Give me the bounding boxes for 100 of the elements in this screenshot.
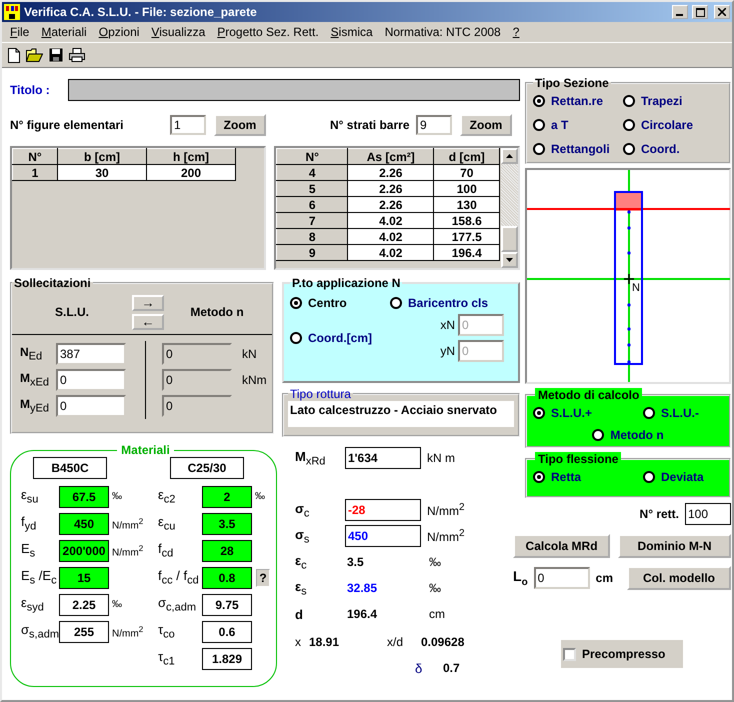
title-field[interactable]	[68, 79, 520, 101]
group-title: Materiali	[120, 443, 171, 457]
force-field[interactable]: 0	[56, 369, 126, 391]
menu-item[interactable]: Sismica	[324, 25, 379, 39]
radio-button[interactable]	[623, 119, 635, 131]
force-field[interactable]: 0	[56, 395, 126, 417]
rect-count-label: N° rett.	[640, 507, 679, 521]
action-button[interactable]: Calcola MRd	[513, 534, 610, 558]
radio-label: Coord.	[641, 142, 680, 156]
property-symbol: τ$_{c1}$	[158, 649, 176, 668]
result-field[interactable]: -28	[345, 499, 421, 521]
property-field[interactable]: 9.75	[202, 594, 252, 616]
save-button[interactable]	[47, 47, 65, 63]
length-label: L$_{o}$	[513, 568, 528, 588]
unit-label: kN	[242, 347, 257, 361]
property-field[interactable]: 2	[202, 486, 252, 508]
radio-label: Coord.[cm]	[308, 331, 372, 345]
open-button[interactable]	[24, 47, 45, 63]
unit-label: ‰	[429, 555, 441, 569]
property-field[interactable]: 15	[59, 566, 109, 588]
radio-button[interactable]	[533, 119, 545, 131]
radio-button[interactable]	[533, 143, 545, 155]
rect-count-field[interactable]: 100	[685, 503, 731, 525]
scroll-up-button[interactable]	[501, 148, 518, 164]
force-field[interactable]: 0	[162, 343, 232, 365]
menu-item[interactable]: Progetto Sez. Rett.	[211, 25, 325, 39]
bar-layers-field[interactable]: 9	[416, 115, 452, 135]
column-header: d [cm]	[434, 148, 500, 164]
result-field[interactable]: 1'634	[345, 447, 421, 469]
zoom-button[interactable]: Zoom	[460, 114, 512, 136]
property-symbol: f$_{cc}$ / f$_{cd}$	[158, 568, 200, 587]
new-file-button[interactable]	[6, 46, 22, 64]
unit-label: cm	[596, 571, 614, 585]
menu-item[interactable]: Opzioni	[92, 25, 146, 39]
scrollbar[interactable]	[501, 148, 518, 268]
table-cell: 158.6	[434, 212, 500, 228]
radio-button[interactable]	[533, 407, 545, 419]
property-field[interactable]: 28	[202, 540, 252, 562]
down-arrow-icon	[506, 258, 513, 262]
steel-grade: B450C	[33, 457, 107, 479]
maximize-button[interactable]	[692, 5, 708, 19]
property-field[interactable]: 450	[59, 512, 109, 534]
unit-label: cm	[429, 607, 445, 621]
row-header: 4	[276, 164, 348, 180]
force-field[interactable]: 0	[162, 369, 232, 391]
property-field[interactable]: 0.6	[202, 620, 252, 642]
radio-button[interactable]	[290, 297, 302, 309]
table-cell: 130	[434, 196, 500, 212]
force-field[interactable]: 387	[56, 343, 126, 365]
scroll-thumb[interactable]	[501, 226, 518, 252]
figures-count-field[interactable]: 1	[170, 115, 206, 135]
menu-item[interactable]: File	[4, 25, 36, 39]
result-symbol: x	[295, 635, 302, 649]
radio-button[interactable]	[623, 143, 635, 155]
property-field[interactable]: 200'000	[59, 540, 109, 562]
property-field[interactable]: 1.829	[202, 648, 252, 670]
result-field[interactable]: 450	[345, 525, 421, 547]
radio-button[interactable]	[643, 471, 655, 483]
row-header: 6	[276, 196, 348, 212]
group-title: Tipo Sezione	[534, 76, 610, 90]
result-value: 18.91	[309, 635, 340, 649]
radio-label: Baricentro cls	[408, 296, 488, 310]
action-button[interactable]: Dominio M-N	[618, 534, 731, 558]
force-field[interactable]: 0	[162, 395, 232, 417]
table-cell: 196.4	[434, 244, 500, 260]
property-field[interactable]: 67.5	[59, 486, 109, 508]
result-value: 3.5	[346, 555, 365, 569]
property-field[interactable]: 3.5	[202, 512, 252, 534]
new-file-icon	[8, 48, 20, 62]
property-field[interactable]: 2.25	[59, 594, 109, 616]
property-field[interactable]: 0.8	[202, 566, 252, 588]
radio-button[interactable]	[623, 95, 635, 107]
radio-button[interactable]	[533, 95, 545, 107]
arrow-button[interactable]: →	[132, 294, 164, 310]
menu-item[interactable]: Materiali	[35, 25, 93, 39]
table-cell: 2.26	[348, 164, 434, 180]
scroll-down-button[interactable]	[501, 252, 518, 268]
radio-label: S.L.U.+	[551, 406, 592, 420]
minimize-button[interactable]	[672, 5, 688, 19]
zoom-button[interactable]: Zoom	[214, 114, 266, 136]
checkbox[interactable]	[563, 648, 576, 660]
radio-button[interactable]	[290, 332, 302, 344]
radio-button[interactable]	[592, 429, 604, 441]
column-model-button[interactable]: Col. modello	[627, 566, 731, 590]
radio-button[interactable]	[533, 471, 545, 483]
failure-type-value: Lato calcestruzzo - Acciaio snervato	[288, 401, 514, 427]
length-field[interactable]: 0	[534, 567, 590, 589]
arrow-button[interactable]: ←	[132, 314, 164, 330]
radio-button[interactable]	[390, 297, 402, 309]
table-cell: 100	[434, 180, 500, 196]
print-button[interactable]	[67, 47, 87, 63]
column-header: As [cm²]	[348, 148, 434, 164]
radio-button[interactable]	[643, 407, 655, 419]
menu-item[interactable]: ?	[506, 25, 526, 39]
close-button[interactable]	[714, 5, 730, 19]
menu-item[interactable]: Visualizza	[145, 25, 212, 39]
help-button[interactable]: ?	[256, 568, 270, 586]
property-field[interactable]: 255	[59, 620, 109, 642]
group-title: P.to applicazione N	[291, 276, 402, 290]
group-title: Tipo rottura	[289, 387, 352, 401]
